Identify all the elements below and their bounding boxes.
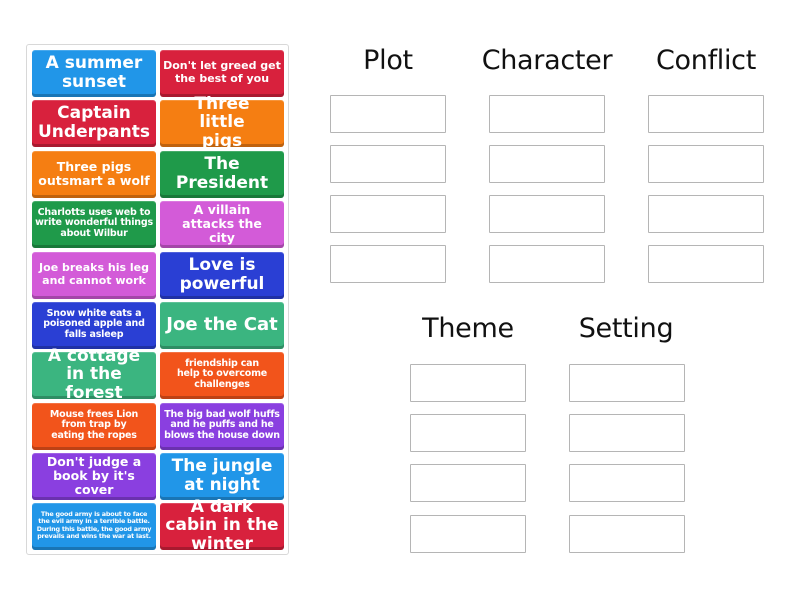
answer-tile[interactable]: Don't judge a book by it's cover [32, 453, 156, 500]
conflict-drop-slot[interactable] [648, 145, 764, 183]
setting-drop-slot[interactable] [569, 364, 685, 402]
answer-tile[interactable]: A dark cabin in the winter [160, 498, 284, 553]
tile-label: A villain attacks the city [182, 201, 262, 245]
answer-tile[interactable]: Don't let greed get the best of you [160, 50, 284, 97]
answer-tile[interactable]: Love is powerful [160, 252, 284, 299]
tile-label: Joe the Cat [166, 313, 278, 335]
tile-label: Charlotts uses web to write wonderful th… [35, 206, 153, 239]
character-drop-slot[interactable] [489, 195, 605, 233]
category-heading-theme: Theme [422, 313, 514, 344]
answer-tile[interactable]: Captain Underpants [32, 100, 156, 147]
tile-label: A summer sunset [45, 53, 143, 92]
tile-label: Three little pigs [194, 93, 250, 151]
plot-drop-slot[interactable] [330, 245, 446, 283]
tile-label: Captain Underpants [38, 103, 150, 142]
answer-tile[interactable]: Snow white eats a poisoned apple and fal… [32, 302, 156, 349]
tile-label: The jungle at night [171, 456, 273, 495]
theme-drop-slot[interactable] [410, 464, 526, 502]
answer-tile[interactable]: Mouse frees Lion from trap by eating the… [32, 403, 156, 450]
conflict-drop-slot[interactable] [648, 195, 764, 233]
plot-drop-slot[interactable] [330, 95, 446, 133]
category-heading-character: Character [481, 45, 613, 76]
answer-tile[interactable]: A villain attacks the city [160, 201, 284, 248]
answer-tile[interactable]: The President [160, 151, 284, 198]
answer-tile[interactable]: Three little pigs [160, 95, 284, 150]
character-drop-slot[interactable] [489, 145, 605, 183]
tile-label: The good army is about to face the evil … [36, 509, 152, 540]
category-heading-plot: Plot [363, 45, 413, 76]
tile-label: Don't let greed get the best of you [163, 59, 281, 85]
answer-tile[interactable]: Charlotts uses web to write wonderful th… [32, 201, 156, 248]
setting-drop-slot[interactable] [569, 464, 685, 502]
answer-tile[interactable]: The big bad wolf huffs and he puffs and … [160, 403, 284, 450]
answer-tile[interactable]: The good army is about to face the evil … [32, 503, 156, 550]
plot-drop-slot[interactable] [330, 195, 446, 233]
answer-tile[interactable]: Three pigs outsmart a wolf [32, 151, 156, 198]
answer-tile[interactable]: A summer sunset [32, 50, 156, 97]
theme-drop-slot[interactable] [410, 414, 526, 452]
answer-tile[interactable]: A cottage in the forest [32, 347, 156, 402]
tile-label: The big bad wolf huffs and he puffs and … [164, 408, 280, 441]
tile-label: Three pigs outsmart a wolf [38, 158, 150, 188]
category-heading-setting: Setting [578, 313, 674, 344]
tile-label: A cottage in the forest [47, 345, 141, 403]
setting-drop-slot[interactable] [569, 515, 685, 553]
tile-label: Don't judge a book by it's cover [46, 453, 142, 497]
tile-label: Snow white eats a poisoned apple and fal… [43, 307, 145, 340]
tile-label: Love is powerful [179, 255, 265, 294]
answer-tile[interactable]: friendship can help to overcome challeng… [160, 352, 284, 399]
theme-drop-slot[interactable] [410, 515, 526, 553]
conflict-drop-slot[interactable] [648, 245, 764, 283]
character-drop-slot[interactable] [489, 245, 605, 283]
tile-label: A dark cabin in the winter [165, 496, 279, 554]
setting-drop-slot[interactable] [569, 414, 685, 452]
tile-label: Joe breaks his leg and cannot work [39, 261, 149, 287]
conflict-drop-slot[interactable] [648, 95, 764, 133]
plot-drop-slot[interactable] [330, 145, 446, 183]
tile-label: Mouse frees Lion from trap by eating the… [49, 408, 139, 441]
answer-tile[interactable]: Joe the Cat [160, 302, 284, 349]
theme-drop-slot[interactable] [410, 364, 526, 402]
answer-tile[interactable]: The jungle at night [160, 453, 284, 500]
answer-tile[interactable]: Joe breaks his leg and cannot work [32, 252, 156, 299]
tile-label: The President [175, 154, 269, 193]
character-drop-slot[interactable] [489, 95, 605, 133]
tile-label: friendship can help to overcome challeng… [176, 357, 268, 390]
category-heading-conflict: Conflict [655, 45, 757, 76]
